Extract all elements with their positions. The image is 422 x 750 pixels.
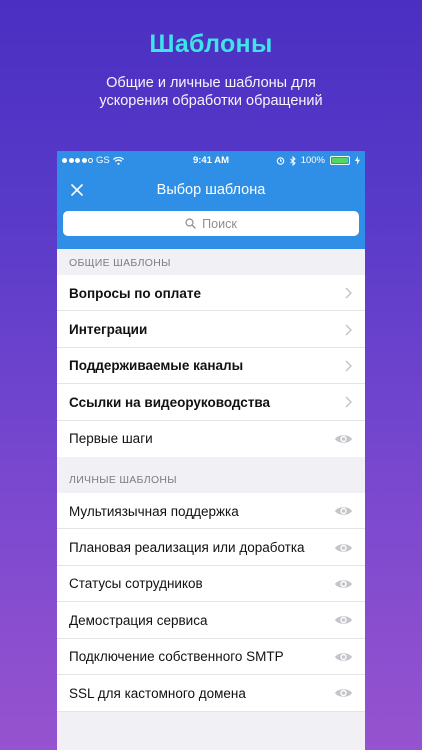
list-footer-space — [57, 711, 365, 750]
top-bar: GS 9:41 AM 100% Выбор шаблона Поиск — [57, 151, 365, 249]
list-item-label: Поддерживаемые каналы — [69, 358, 244, 374]
list-item[interactable]: Интеграции — [57, 311, 365, 349]
common-templates-list: Вопросы по оплате Интеграции Поддерживае… — [57, 275, 365, 457]
list-item[interactable]: Демострация сервиса — [57, 602, 365, 639]
section-header-personal: ЛИЧНЫЕ ШАБЛОНЫ — [69, 473, 177, 486]
chevron-right-icon — [343, 395, 353, 409]
promo-title: Шаблоны — [149, 30, 273, 58]
phone-screen: GS 9:41 AM 100% Выбор шаблона Поиск ОБЩИ… — [57, 151, 365, 750]
search-icon — [185, 218, 196, 229]
list-item-label: Статусы сотрудников — [69, 576, 203, 592]
nav-bar: Выбор шаблона — [57, 171, 365, 209]
chevron-right-icon — [343, 359, 353, 373]
alarm-icon — [276, 157, 284, 165]
eye-icon[interactable] — [333, 541, 353, 555]
section-header-common: ОБЩИЕ ШАБЛОНЫ — [69, 257, 171, 269]
list-item-label: Ссылки на видеоруководства — [69, 394, 271, 410]
charging-icon — [355, 156, 360, 165]
eye-icon[interactable] — [333, 504, 353, 518]
search-placeholder: Поиск — [202, 216, 237, 231]
eye-icon[interactable] — [333, 613, 353, 627]
personal-templates-list: Мультиязычная поддержка Плановая реализа… — [57, 492, 365, 712]
list-item-label: Первые шаги — [69, 431, 153, 447]
list-item[interactable]: Мультиязычная поддержка — [57, 492, 365, 530]
list-item-label: Подключение собственного SMTP — [69, 649, 284, 665]
list-item-label: Мультиязычная поддержка — [69, 503, 239, 519]
battery-percent: 100% — [300, 155, 325, 166]
list-item[interactable]: Поддерживаемые каналы — [57, 347, 365, 385]
list-item-label: Демострация сервиса — [69, 612, 208, 628]
promo-subtitle: Общие и личные шаблоны для ускорения обр… — [99, 75, 323, 109]
battery-icon — [330, 156, 350, 165]
list-item[interactable]: Первые шаги — [57, 420, 365, 457]
eye-icon[interactable] — [333, 686, 353, 700]
list-item-label: Вопросы по оплате — [69, 285, 202, 301]
list-item-label: Плановая реализация или доработка — [69, 540, 305, 556]
list-item[interactable]: Статусы сотрудников — [57, 565, 365, 603]
eye-icon[interactable] — [333, 650, 353, 664]
list-item[interactable]: Подключение собственного SMTP — [57, 638, 365, 676]
list-item-label: Интеграции — [69, 322, 148, 338]
bluetooth-icon — [289, 155, 296, 166]
status-bar: GS 9:41 AM 100% — [57, 151, 365, 171]
search-input[interactable]: Поиск — [63, 211, 359, 236]
eye-icon[interactable] — [333, 432, 353, 446]
nav-title: Выбор шаблона — [156, 182, 266, 198]
list-item[interactable]: SSL для кастомного домена — [57, 674, 365, 712]
list-item[interactable]: Ссылки на видеоруководства — [57, 384, 365, 421]
list-item[interactable]: Вопросы по оплате — [57, 275, 365, 312]
list-item[interactable]: Плановая реализация или доработка — [57, 529, 365, 567]
chevron-right-icon — [343, 286, 353, 300]
eye-icon[interactable] — [333, 577, 353, 591]
chevron-right-icon — [343, 323, 353, 337]
list-item-label: SSL для кастомного домена — [69, 685, 246, 701]
